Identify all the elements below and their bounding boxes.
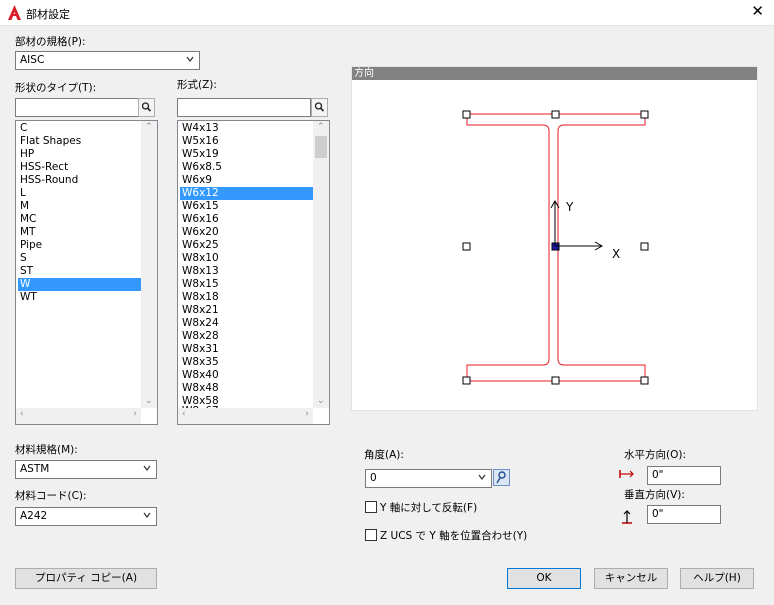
window-title: 部材設定 (26, 8, 70, 21)
list-item[interactable]: W8x24 (180, 317, 314, 330)
member-spec-value: AISC (20, 54, 45, 66)
list-item[interactable]: HSS-Round (18, 174, 142, 187)
list-item[interactable]: W6x8.5 (180, 161, 314, 174)
shape-form-search-input[interactable] (177, 98, 311, 117)
pick-angle-button[interactable] (493, 469, 510, 486)
i-beam-drawing (462, 110, 649, 385)
y-axis-label: Y (566, 200, 574, 214)
scroll-down-icon[interactable]: ⌄ (317, 396, 325, 406)
list-item-selected[interactable]: W (18, 278, 142, 291)
shape-form-label: 形式(Z): (177, 79, 217, 91)
list-item[interactable]: L (18, 187, 142, 200)
ok-button[interactable]: OK (507, 568, 581, 589)
list-item[interactable]: Pipe (18, 239, 142, 252)
cancel-button[interactable]: キャンセル (594, 568, 668, 589)
list-item[interactable]: HP (18, 148, 142, 161)
shape-form-search-button[interactable] (311, 98, 328, 117)
shape-form-list[interactable]: W4x13 W5x16 W5x19 W6x8.5 W6x9 W6x12 W6x1… (177, 120, 330, 425)
list-item[interactable]: W8x21 (180, 304, 314, 317)
list-item[interactable]: MT (18, 226, 142, 239)
chevron-down-icon (143, 512, 151, 518)
material-code-value: A242 (20, 510, 48, 522)
search-icon (314, 102, 325, 112)
list-item[interactable]: W6x20 (180, 226, 314, 239)
material-spec-select[interactable]: ASTM (15, 460, 157, 479)
list-item[interactable]: W8x40 (180, 369, 314, 382)
scroll-thumb[interactable] (315, 136, 327, 158)
shape-type-search-button[interactable] (138, 98, 155, 117)
orientation-preview[interactable]: 方向 Y X (351, 66, 758, 411)
vertical-offset-input[interactable]: 0" (647, 505, 721, 524)
list-item[interactable]: W6x9 (180, 174, 314, 187)
mirror-y-label: Y 軸に対して反転(F) (380, 502, 478, 514)
x-axis-label: X (612, 247, 621, 261)
align-ucs-label: Z UCS で Y 軸を位置合わせ(Y) (380, 530, 528, 542)
member-spec-select[interactable]: AISC (15, 51, 200, 70)
list-item[interactable]: W8x18 (180, 291, 314, 304)
list-item[interactable]: ST (18, 265, 142, 278)
list-item[interactable]: HSS-Rect (18, 161, 142, 174)
member-spec-label: 部材の規格(P): (15, 36, 86, 48)
list-item[interactable]: W6x15 (180, 200, 314, 213)
list-item[interactable]: W8x28 (180, 330, 314, 343)
search-icon (141, 102, 152, 112)
x-axis-arrow (555, 241, 604, 251)
list-item[interactable]: W4x13 (180, 122, 314, 135)
list-item[interactable]: S (18, 252, 142, 265)
list-item[interactable]: MC (18, 213, 142, 226)
autocad-logo-icon (8, 5, 21, 20)
scroll-up-icon[interactable]: ⌃ (145, 122, 153, 132)
pick-point-icon (496, 471, 506, 484)
shape-type-list[interactable]: C Flat Shapes HP HSS-Rect HSS-Round L M … (15, 120, 158, 425)
list-item[interactable]: W8x31 (180, 343, 314, 356)
list-item[interactable]: W5x19 (180, 148, 314, 161)
list-item[interactable]: W8x15 (180, 278, 314, 291)
vertical-offset-icon (622, 510, 632, 524)
list-item[interactable]: W5x16 (180, 135, 314, 148)
scroll-right-icon[interactable]: › (305, 409, 309, 419)
list-item[interactable]: W8x35 (180, 356, 314, 369)
close-icon[interactable]: ✕ (751, 2, 764, 20)
chevron-down-icon (186, 56, 194, 62)
angle-label: 角度(A): (364, 449, 404, 461)
scroll-down-icon[interactable]: ⌄ (145, 396, 153, 406)
angle-value: 0 (370, 472, 377, 484)
scroll-up-icon[interactable]: ⌃ (317, 122, 325, 132)
horizontal-offset-input[interactable]: 0" (647, 466, 721, 485)
list-item[interactable]: Flat Shapes (18, 135, 142, 148)
list-item[interactable]: WT (18, 291, 142, 304)
horizontal-scrollbar[interactable]: ‹ › (16, 408, 141, 424)
list-item[interactable]: W6x16 (180, 213, 314, 226)
help-button[interactable]: ヘルプ(H) (680, 568, 754, 589)
angle-combobox[interactable]: 0 (365, 469, 492, 488)
material-spec-value: ASTM (20, 463, 50, 475)
shape-type-search-input[interactable] (15, 98, 139, 117)
list-item[interactable]: W8x48 (180, 382, 314, 395)
horizontal-label: 水平方向(O): (624, 449, 686, 461)
copy-properties-button[interactable]: プロパティ コピー(A) (15, 568, 157, 589)
scroll-left-icon[interactable]: ‹ (182, 409, 186, 419)
list-item[interactable]: C (18, 122, 142, 135)
horizontal-offset-icon (619, 470, 634, 478)
title-bar: 部材設定 ✕ (0, 0, 774, 26)
chevron-down-icon (143, 465, 151, 471)
material-spec-label: 材料規格(M): (15, 444, 78, 456)
align-ucs-checkbox[interactable] (365, 529, 377, 541)
vertical-scrollbar[interactable]: ⌃ ⌄ (141, 121, 157, 408)
vertical-scrollbar[interactable]: ⌃ ⌄ (313, 121, 329, 408)
chevron-down-icon (478, 474, 486, 480)
list-item[interactable]: W6x25 (180, 239, 314, 252)
list-item[interactable]: W8x13 (180, 265, 314, 278)
list-item[interactable]: W8x10 (180, 252, 314, 265)
list-item[interactable]: M (18, 200, 142, 213)
material-code-label: 材料コード(C): (15, 490, 87, 502)
horizontal-scrollbar[interactable]: ‹ › (178, 408, 313, 424)
list-item-selected[interactable]: W6x12 (180, 187, 314, 200)
shape-type-label: 形状のタイプ(T): (15, 82, 97, 94)
scroll-right-icon[interactable]: › (133, 409, 137, 419)
mirror-y-checkbox[interactable] (365, 501, 377, 513)
material-code-select[interactable]: A242 (15, 507, 157, 526)
scroll-left-icon[interactable]: ‹ (20, 409, 24, 419)
vertical-label: 垂直方向(V): (624, 489, 685, 501)
